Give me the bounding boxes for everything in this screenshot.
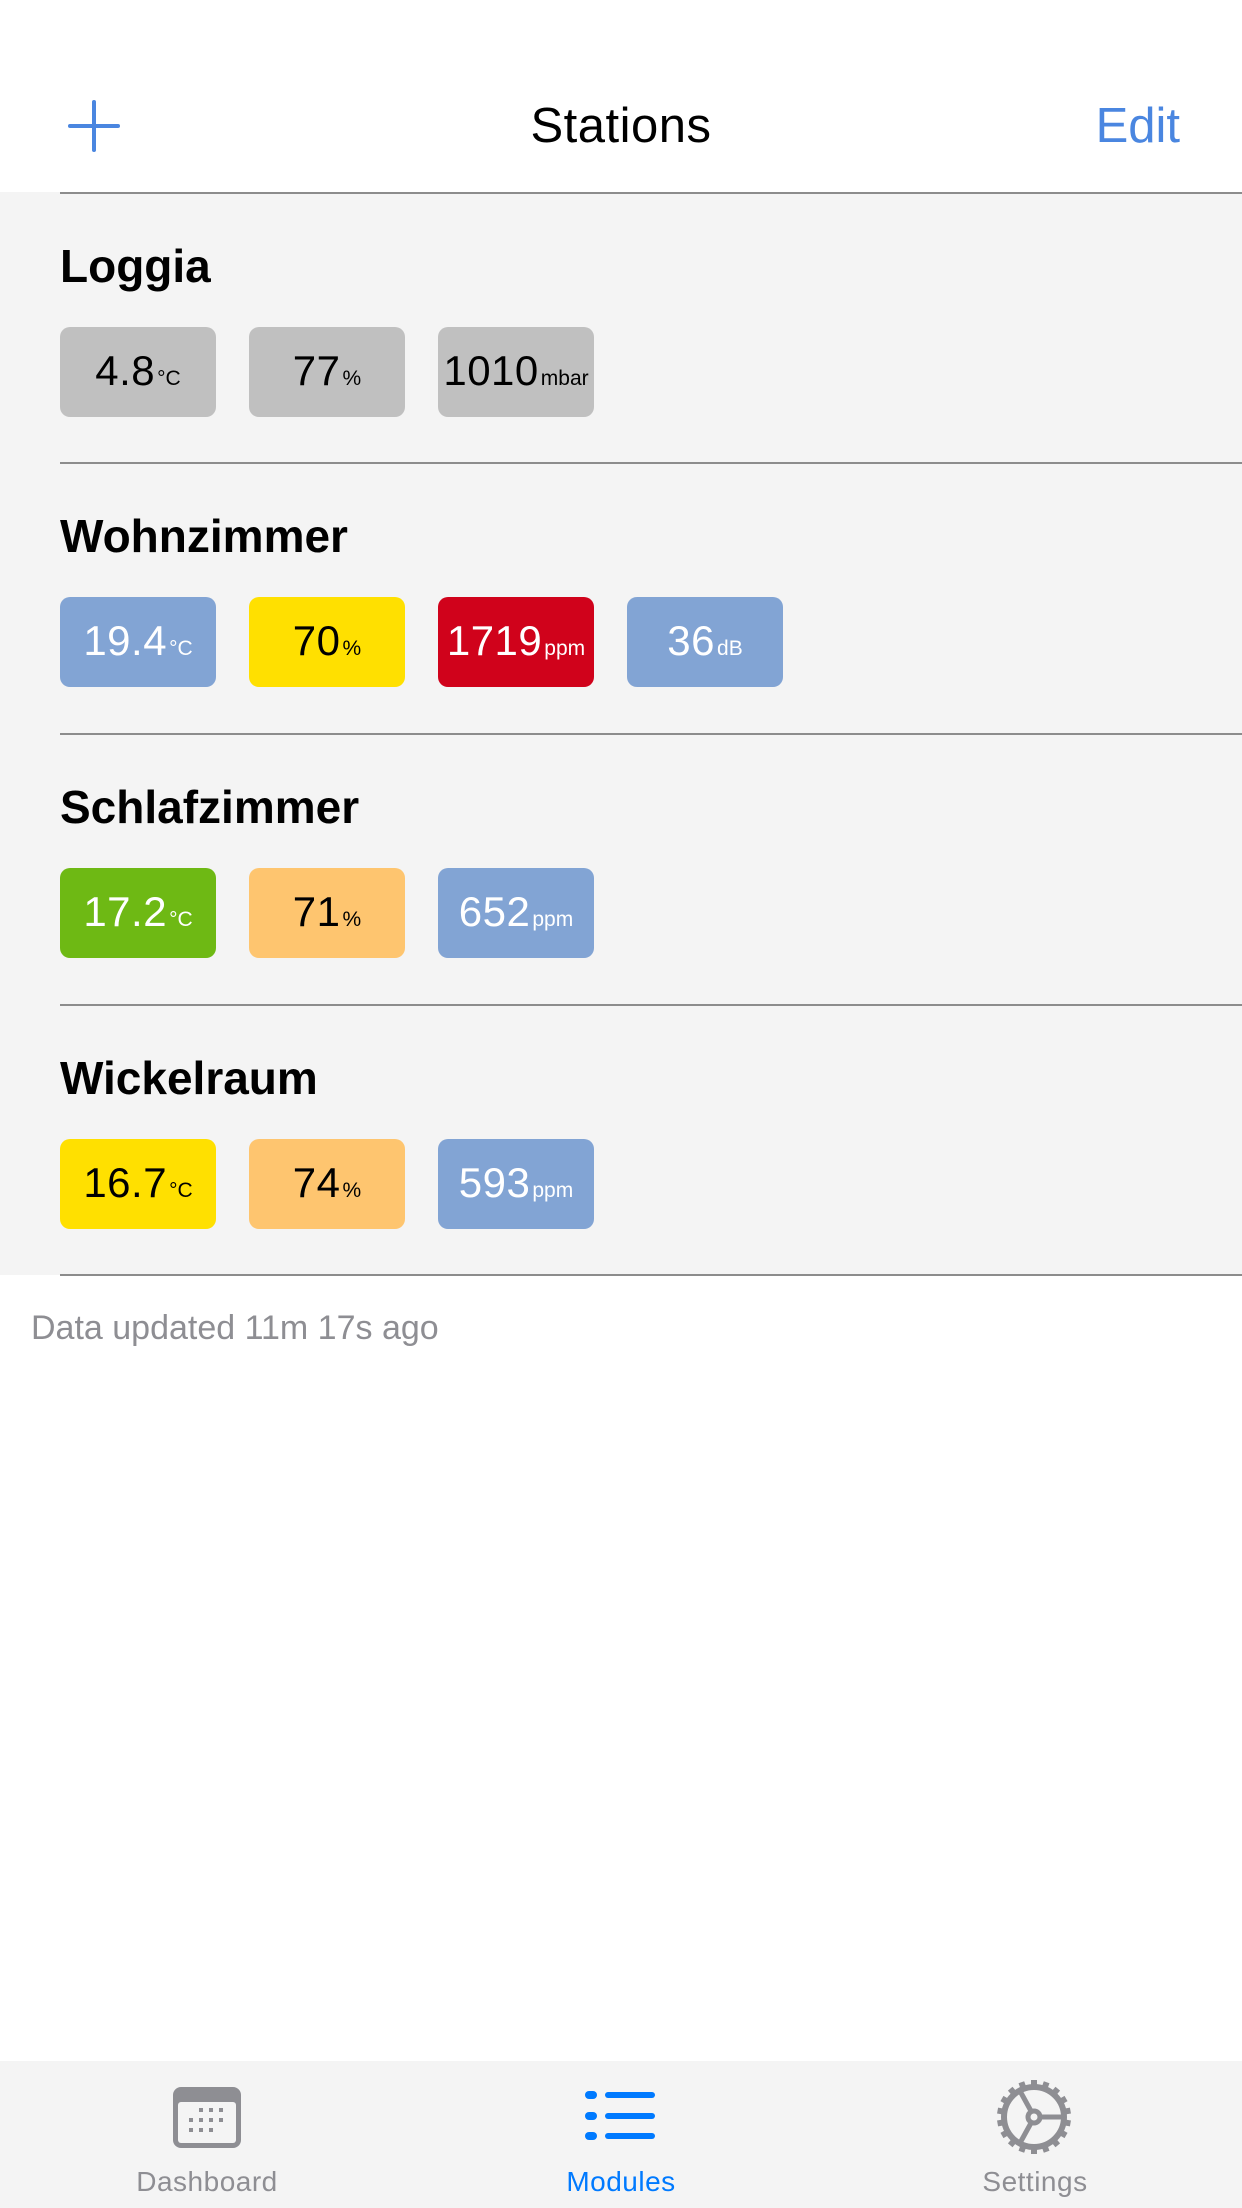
reading-value: 4.8	[95, 347, 156, 394]
reading-value: 71	[292, 888, 341, 935]
divider	[60, 1274, 1242, 1276]
station-list: Loggia 4.8 °C 77% 1010 mbar Wohnzimmer 19.4 °…	[0, 192, 1242, 1276]
reading-value: 1010	[443, 347, 539, 394]
reading-unit: ppm	[532, 1179, 574, 1202]
reading-value: 74	[292, 1159, 341, 1206]
reading-unit: ppm	[544, 637, 586, 660]
station-name: Wickelraum	[60, 1052, 318, 1104]
reading-badge[interactable]: 71%	[249, 868, 405, 958]
station-row[interactable]: Wohnzimmer 19.4 °C 70% 1719 ppm 36 dB	[0, 462, 1242, 733]
reading-unit: ppm	[532, 908, 574, 931]
station-row[interactable]: Schlafzimmer 17.2 °C 71% 652 ppm	[0, 733, 1242, 1004]
reading-badges: 19.4 °C 70% 1719 ppm 36 dB	[60, 597, 816, 687]
list-icon	[585, 2091, 655, 2140]
station-name: Schlafzimmer	[60, 781, 360, 833]
reading-badge[interactable]: 1010 mbar	[438, 327, 594, 417]
tab-bar: Dashboard Modules Settings	[0, 2061, 1242, 2208]
reading-unit: %	[342, 367, 362, 390]
reading-unit: %	[342, 637, 362, 660]
reading-badge[interactable]: 36 dB	[627, 597, 783, 687]
reading-value: 17.2	[83, 888, 168, 935]
reading-badge[interactable]: 652 ppm	[438, 868, 594, 958]
tab-label: Dashboard	[136, 2166, 278, 2197]
tab-label: Modules	[566, 2166, 676, 2197]
last-updated-status: Data updated 11m 17s ago	[31, 1309, 439, 1347]
reading-badge[interactable]: 77%	[249, 327, 405, 417]
reading-badge[interactable]: 19.4 °C	[60, 597, 216, 687]
reading-unit: °C	[169, 908, 193, 931]
reading-badge[interactable]: 17.2 °C	[60, 868, 216, 958]
reading-value: 77	[292, 347, 341, 394]
reading-value: 593	[458, 1159, 531, 1206]
tab-modules[interactable]: Modules	[414, 2061, 828, 2208]
reading-badges: 4.8 °C 77% 1010 mbar	[60, 327, 627, 417]
reading-unit: %	[342, 908, 362, 931]
reading-value: 19.4	[83, 617, 168, 664]
reading-value: 70	[292, 617, 341, 664]
station-row[interactable]: Wickelraum 16.7 °C 74% 593 ppm	[0, 1004, 1242, 1275]
reading-value: 652	[458, 888, 531, 935]
edit-button[interactable]: Edit	[1096, 96, 1180, 156]
tab-label: Settings	[982, 2166, 1088, 2197]
reading-badge[interactable]: 4.8 °C	[60, 327, 216, 417]
reading-badge[interactable]: 1719 ppm	[438, 597, 594, 687]
reading-unit: %	[342, 1179, 362, 1202]
reading-value: 1719	[446, 617, 543, 664]
station-row[interactable]: Loggia 4.8 °C 77% 1010 mbar	[0, 192, 1242, 463]
reading-unit: mbar	[540, 367, 589, 390]
navigation-bar: Stations Edit	[0, 0, 1242, 192]
reading-value: 16.7	[83, 1159, 168, 1206]
reading-unit: °C	[169, 1179, 193, 1202]
reading-badge[interactable]: 16.7 °C	[60, 1139, 216, 1229]
calendar-icon	[173, 2087, 241, 2148]
reading-unit: °C	[169, 637, 193, 660]
reading-badges: 17.2 °C 71% 652 ppm	[60, 868, 627, 958]
reading-badges: 16.7 °C 74% 593 ppm	[60, 1139, 627, 1229]
reading-value: 36	[667, 617, 716, 664]
reading-unit: °C	[157, 367, 181, 390]
tab-dashboard[interactable]: Dashboard	[0, 2061, 414, 2208]
reading-badge[interactable]: 74%	[249, 1139, 405, 1229]
station-name: Loggia	[60, 240, 211, 292]
page-title: Stations	[530, 99, 712, 153]
reading-unit: dB	[717, 637, 743, 660]
tab-settings[interactable]: Settings	[828, 2061, 1242, 2208]
reading-badge[interactable]: 70%	[249, 597, 405, 687]
gear-icon	[997, 2080, 1071, 2154]
station-name: Wohnzimmer	[60, 510, 348, 562]
reading-badge[interactable]: 593 ppm	[438, 1139, 594, 1229]
